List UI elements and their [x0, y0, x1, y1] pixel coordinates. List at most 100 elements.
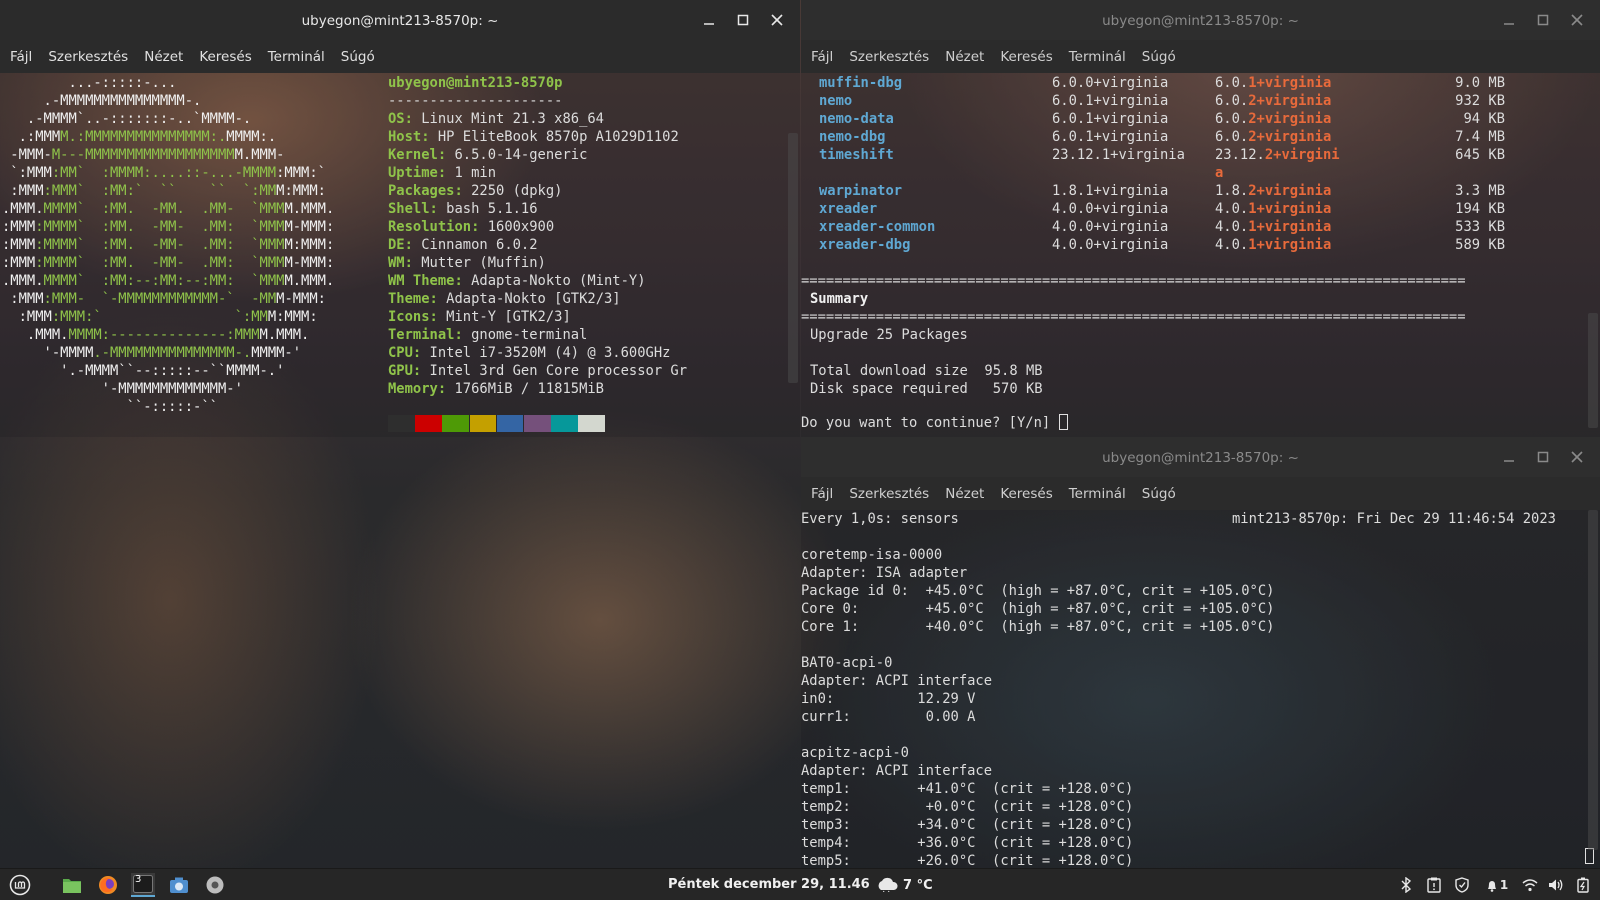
- current-version: 23.12.1+virginia: [1052, 147, 1185, 163]
- bluetooth-icon[interactable]: [1396, 873, 1416, 897]
- info-colon: :: [454, 273, 472, 289]
- minimize-icon[interactable]: [1492, 0, 1526, 40]
- info-label: GPU: [388, 363, 413, 379]
- window-titlebar[interactable]: ubyegon@mint213-8570p: ~: [0, 0, 800, 40]
- info-label: CPU: [388, 345, 413, 361]
- system-info-row: Shell: bash 5.1.16: [388, 200, 538, 218]
- info-value: Mint-Y [GTK2/3]: [446, 309, 571, 325]
- new-version: 6.0.2+virginia: [1215, 92, 1331, 110]
- minimize-icon[interactable]: [1492, 437, 1526, 477]
- weather-applet[interactable]: 7 °C: [875, 869, 933, 900]
- download-size: 3.3 MB: [1455, 183, 1505, 199]
- continue-prompt[interactable]: Do you want to continue? [Y/n]: [801, 414, 1068, 432]
- package-name: xreader-dbg: [819, 237, 911, 253]
- ascii-art-line: :MMM:MMMM` :MM. -MM- .MM: `MMMM-MMM:: [2, 219, 335, 235]
- close-icon[interactable]: [1560, 437, 1594, 477]
- wifi-icon[interactable]: [1520, 873, 1540, 897]
- system-info-row: Icons: Mint-Y [GTK2/3]: [388, 308, 571, 326]
- system-info-row: Resolution: 1600x900: [388, 218, 554, 236]
- menu-search[interactable]: Keresés: [191, 49, 259, 65]
- clipboard-icon[interactable]: [1424, 873, 1444, 897]
- maximize-icon[interactable]: [1526, 437, 1560, 477]
- ascii-art-line: .MMM.MMMM` :MM:--:MM:--:MM: `MMMM.MMM.: [2, 273, 335, 289]
- new-version-suffix: 2+virginia: [1248, 129, 1332, 145]
- menu-search[interactable]: Keresés: [992, 49, 1060, 65]
- download-size: 533 KB: [1455, 219, 1505, 235]
- new-version-suffix: 1+virginia: [1248, 201, 1332, 217]
- notification-icon[interactable]: 1: [1482, 873, 1512, 897]
- package-name: warpinator: [819, 183, 903, 199]
- scrollbar[interactable]: [788, 133, 798, 383]
- window-titlebar[interactable]: ubyegon@mint213-8570p: ~: [801, 0, 1600, 40]
- info-colon: :: [437, 165, 455, 181]
- current-version: 4.0.0+virginia: [1052, 201, 1169, 217]
- info-label: Packages: [388, 183, 455, 199]
- ascii-art-line: ``-:::::-``: [2, 399, 218, 415]
- firefox-icon[interactable]: [96, 873, 120, 897]
- download-size: 94 KB: [1463, 111, 1505, 127]
- camera-icon[interactable]: [167, 873, 191, 897]
- menu-terminal[interactable]: Terminál: [260, 49, 333, 65]
- menu-view[interactable]: Nézet: [136, 49, 191, 65]
- info-value: gnome-terminal: [471, 327, 588, 343]
- palette-swatch: [469, 415, 497, 432]
- info-colon: :: [404, 255, 422, 271]
- sensor-line: curr1: 0.00 A: [801, 709, 976, 725]
- download-size: 645 KB: [1455, 147, 1505, 163]
- sensor-line: Adapter: ISA adapter: [801, 565, 968, 581]
- scrollbar[interactable]: [1588, 510, 1598, 850]
- close-icon[interactable]: [1560, 0, 1594, 40]
- menu-search[interactable]: Keresés: [992, 486, 1060, 502]
- info-value: Intel i7-3520M (4) @ 3.600GHz: [429, 345, 671, 361]
- window-titlebar[interactable]: ubyegon@mint213-8570p: ~: [801, 437, 1600, 477]
- menu-help[interactable]: Súgó: [1134, 49, 1184, 65]
- menu-terminal[interactable]: Terminál: [1061, 486, 1134, 502]
- neofetch-terminal-window[interactable]: ubyegon@mint213-8570p: ~ Fájl Szerkeszté…: [0, 0, 800, 437]
- files-icon[interactable]: [60, 873, 84, 897]
- download-size: 7.4 MB: [1455, 129, 1505, 145]
- terminal-content[interactable]: Every 1,0s: sensors mint213-8570p: Fri D…: [801, 510, 1600, 868]
- shield-icon[interactable]: [1452, 873, 1472, 897]
- maximize-icon[interactable]: [1526, 0, 1560, 40]
- sensor-line: temp5: +26.0°C (crit = +128.0°C): [801, 853, 1134, 868]
- menu-edit[interactable]: Szerkesztés: [40, 49, 136, 65]
- info-colon: :: [412, 345, 430, 361]
- info-label: WM Theme: [388, 273, 455, 289]
- panel-clock[interactable]: Péntek december 29, 11.46: [668, 869, 870, 900]
- ascii-art-line: .MMM.MMMM:--------------:MMMM.MMM.: [2, 327, 310, 343]
- menu-help[interactable]: Súgó: [1134, 486, 1184, 502]
- menu-edit[interactable]: Szerkesztés: [841, 486, 937, 502]
- maximize-icon[interactable]: [726, 0, 760, 40]
- menu-help[interactable]: Súgó: [333, 49, 383, 65]
- menu-view[interactable]: Nézet: [937, 49, 992, 65]
- new-version-suffix: 1+virginia: [1248, 237, 1332, 253]
- sensor-line: Core 1: +40.0°C (high = +87.0°C, crit = …: [801, 619, 1275, 635]
- menu-view[interactable]: Nézet: [937, 486, 992, 502]
- new-version-prefix: 6.0.: [1215, 129, 1249, 145]
- menu-file[interactable]: Fájl: [803, 49, 841, 65]
- rule-line: ========================================…: [801, 309, 1466, 325]
- new-version: 23.12.2+virgini: [1215, 146, 1340, 164]
- menu-file[interactable]: Fájl: [2, 49, 40, 65]
- apt-terminal-window[interactable]: ubyegon@mint213-8570p: ~ Fájl Szerkeszté…: [801, 0, 1600, 437]
- terminal-content[interactable]: ...-:::::-... .-MMMMMMMMMMMMMMM-. .-MMMM…: [0, 73, 800, 437]
- menu-edit[interactable]: Szerkesztés: [841, 49, 937, 65]
- menu-file[interactable]: Fájl: [803, 486, 841, 502]
- menu-icon[interactable]: [8, 873, 32, 897]
- settings-icon[interactable]: [203, 873, 227, 897]
- sensors-terminal-window[interactable]: ubyegon@mint213-8570p: ~ Fájl Szerkeszté…: [801, 437, 1600, 868]
- minimize-icon[interactable]: [692, 0, 726, 40]
- menu-terminal[interactable]: Terminál: [1061, 49, 1134, 65]
- terminal-content[interactable]: muffin-dbg 6.0.0+virginia 6.0.1+virginia 9.…: [801, 73, 1600, 437]
- close-icon[interactable]: [760, 0, 794, 40]
- volume-icon[interactable]: [1546, 873, 1566, 897]
- battery-icon[interactable]: [1573, 873, 1593, 897]
- scrollbar[interactable]: [1588, 313, 1598, 428]
- package-name: nemo-data: [819, 111, 894, 127]
- info-colon: :: [429, 201, 447, 217]
- info-value: HP EliteBook 8570p A1029D1102: [437, 129, 679, 145]
- ascii-art-line: -MMM-M---MMMMMMMMMMMMMMMMMMM.MMM-: [2, 147, 285, 163]
- ascii-art-line: .:MMMM.:MMMMMMMMMMMMMMM:.MMMM:.: [2, 129, 277, 145]
- terminal-icon[interactable]: 3: [131, 873, 155, 897]
- info-colon: :: [454, 183, 472, 199]
